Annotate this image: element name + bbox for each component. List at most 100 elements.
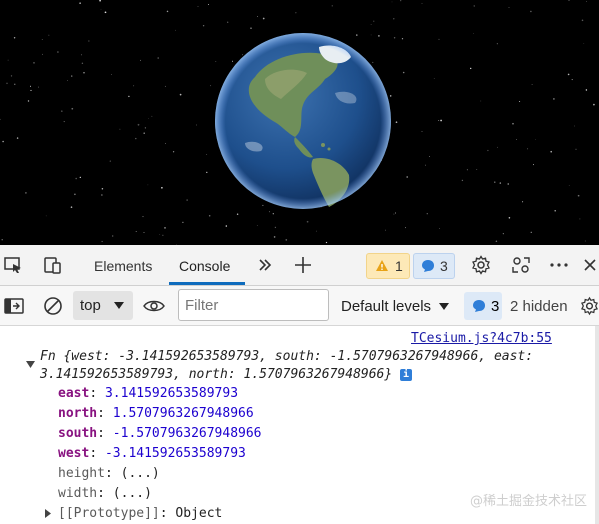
messages-badge[interactable]: 3	[413, 253, 455, 279]
tab-console[interactable]: Console	[179, 245, 230, 285]
more-tabs-icon[interactable]	[254, 254, 276, 276]
star	[487, 149, 489, 152]
inspect-element-icon[interactable]	[2, 254, 24, 276]
star	[210, 85, 212, 87]
filter-input[interactable]	[178, 289, 329, 321]
star	[206, 154, 208, 155]
close-devtools-icon[interactable]	[580, 254, 599, 276]
star	[37, 86, 39, 88]
star	[325, 241, 328, 244]
star	[470, 67, 472, 70]
star	[502, 233, 504, 235]
star	[257, 16, 258, 17]
star	[532, 164, 535, 166]
live-expression-eye-icon[interactable]	[142, 295, 166, 317]
star	[554, 210, 556, 212]
devtools-tabbar: Elements Console 1 3	[0, 245, 599, 286]
expand-triangle-down-icon[interactable]	[25, 360, 36, 369]
star	[48, 34, 50, 36]
star	[161, 186, 163, 189]
star	[164, 227, 166, 229]
property-value[interactable]: (...)	[121, 466, 160, 481]
star	[519, 100, 521, 103]
earth-globe[interactable]	[215, 33, 391, 209]
star	[593, 103, 595, 106]
property-row: north: 1.5707963267948966	[58, 406, 254, 421]
log-levels-dropdown[interactable]: Default levels	[341, 286, 449, 326]
star	[568, 184, 570, 186]
console-toolbar: top Default levels 3 2 hidden	[0, 286, 599, 326]
star	[516, 139, 517, 140]
star	[75, 177, 78, 180]
device-emulation-icon[interactable]	[42, 254, 64, 276]
star	[143, 231, 145, 233]
star	[81, 62, 84, 65]
star	[295, 12, 297, 14]
expand-triangle-right-icon[interactable]	[44, 508, 52, 519]
star	[405, 227, 406, 229]
prototype-row[interactable]: [[Prototype]]: Object	[58, 504, 222, 524]
add-tab-icon[interactable]	[292, 254, 314, 276]
star	[6, 82, 8, 85]
star	[206, 171, 208, 174]
star	[579, 218, 581, 220]
star	[285, 239, 288, 241]
star	[439, 227, 440, 229]
star	[393, 18, 395, 20]
star	[531, 83, 533, 85]
star	[508, 217, 511, 219]
console-settings-gear-icon[interactable]	[580, 295, 599, 317]
star	[137, 123, 140, 126]
star	[208, 4, 209, 5]
star	[1, 239, 3, 241]
star	[27, 100, 30, 102]
star	[438, 38, 440, 40]
star	[512, 122, 514, 125]
property-row: west: -3.141592653589793	[58, 446, 246, 461]
star	[440, 119, 442, 122]
tab-elements[interactable]: Elements	[94, 245, 152, 285]
connections-icon[interactable]	[510, 254, 532, 276]
star	[393, 213, 395, 215]
cesium-viewport[interactable]	[0, 0, 599, 245]
star	[172, 151, 175, 153]
star	[71, 107, 74, 110]
source-link[interactable]: TCesium.js?4c7b:55	[411, 331, 552, 346]
info-icon[interactable]: i	[400, 368, 413, 381]
star	[393, 37, 396, 39]
object-summary-line1[interactable]: Fn {west: -3.141592653589793, south: -1.…	[40, 347, 533, 367]
warnings-badge[interactable]: 1	[366, 253, 410, 279]
star	[63, 121, 65, 123]
star	[159, 234, 161, 235]
issues-badge[interactable]: 3	[464, 292, 502, 320]
star	[425, 164, 426, 166]
star	[143, 132, 145, 134]
property-value: -1.5707963267948966	[112, 426, 262, 441]
star	[550, 150, 552, 153]
star	[571, 79, 573, 81]
star	[522, 201, 524, 203]
star	[370, 24, 372, 25]
star	[162, 234, 164, 236]
star	[236, 213, 239, 215]
star	[553, 98, 555, 100]
more-options-icon[interactable]	[548, 254, 570, 276]
console-scrollbar[interactable]	[595, 326, 599, 524]
property-key: width	[58, 486, 98, 501]
star	[148, 117, 149, 119]
object-summary-line2[interactable]: 3.141592653589793, north: 1.570796326794…	[40, 365, 413, 385]
star	[99, 0, 101, 2]
star	[45, 215, 47, 217]
star	[225, 225, 228, 227]
toggle-sidebar-icon[interactable]	[3, 295, 25, 317]
property-key: east	[58, 386, 90, 401]
star	[109, 160, 111, 162]
star	[567, 73, 570, 76]
settings-gear-icon[interactable]	[470, 254, 492, 276]
context-selector[interactable]: top	[73, 291, 133, 320]
star	[306, 220, 309, 223]
property-value[interactable]: (...)	[113, 486, 152, 501]
star	[7, 59, 9, 61]
clear-console-icon[interactable]	[42, 295, 64, 317]
star	[182, 221, 184, 224]
